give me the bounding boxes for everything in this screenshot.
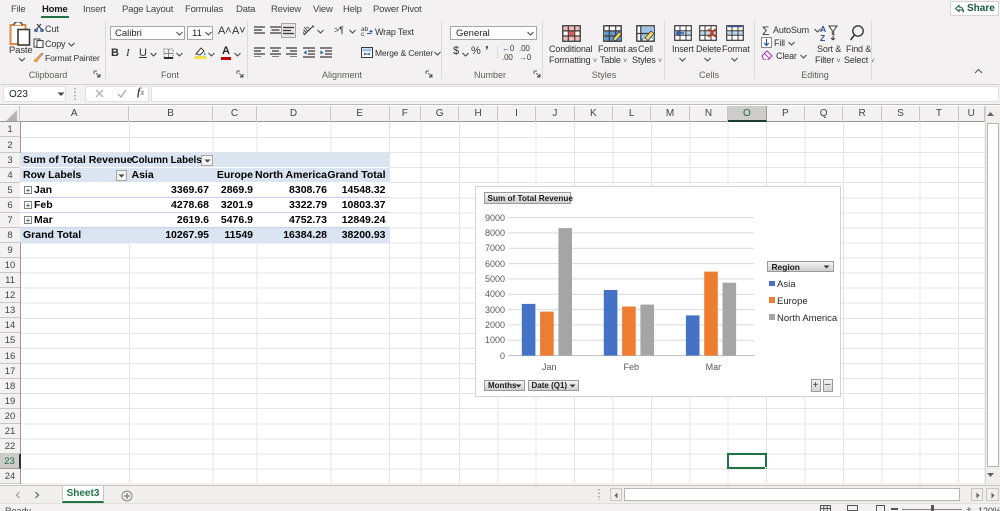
svg-text:ab: ab (303, 24, 312, 36)
svg-text:Z: Z (820, 33, 825, 42)
